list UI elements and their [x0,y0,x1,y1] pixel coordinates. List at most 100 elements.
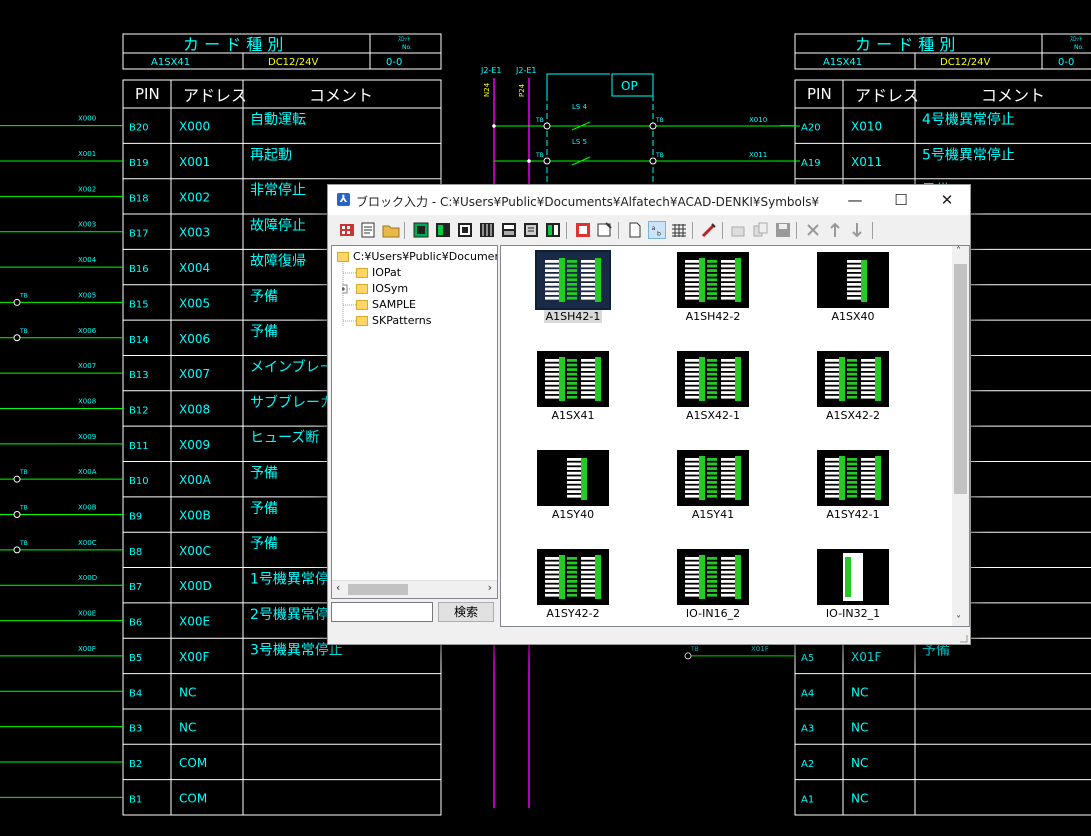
symbol-label[interactable]: A1SX40 [793,310,913,323]
tree-horizontal-scrollbar[interactable]: ‹ › [332,580,497,598]
tree-root-folder[interactable]: C:¥Users¥Public¥Documents [353,250,497,263]
pin-cell: B19 [129,158,149,169]
symbol-thumbnail-a1sx42-2[interactable] [817,351,889,407]
symbol-tool-5-icon[interactable] [500,221,518,239]
address-cell: NC [179,721,196,735]
copy-icon[interactable] [752,221,770,239]
symbol-thumbnail-a1sx40[interactable] [817,252,889,308]
move-up-icon[interactable] [826,221,844,239]
symbol-label[interactable]: A1SY40 [513,508,633,521]
save-icon[interactable] [774,221,792,239]
symbol-thumbnail-a1sx42-1[interactable] [677,351,749,407]
symbol-thumbnail-a1sy42-1[interactable] [817,450,889,506]
scroll-thumb[interactable] [954,264,967,494]
maximize-button[interactable]: ☐ [878,185,924,215]
symbol-thumbnail-grid[interactable]: A1SH42-1 A1SH42-2 A1SX40 A1SX41 A1SX42-1 A1SX… [500,245,970,627]
pin-cell: A3 [801,724,814,735]
search-button[interactable]: 検索 [438,602,494,622]
tree-item-iosym[interactable]: IOSym [372,282,408,295]
symbol-thumbnail-io-in32_1[interactable] [817,549,889,605]
symbol-label[interactable]: IO-IN16_2 [653,607,773,620]
pick-tool-icon[interactable] [700,221,718,239]
symbol-label[interactable]: IO-IN32_1 [793,607,913,620]
symbol-thumbnail-a1sx41[interactable] [537,351,609,407]
ls4-label: LS 4 [572,103,588,111]
column-header-comment: コメント [309,86,373,105]
symbol-label[interactable]: A1SY42-1 [793,508,913,521]
comment-cell: 非常停止 [250,182,306,199]
symbol-tool-2-icon[interactable] [434,221,452,239]
terminal-icon [13,334,21,342]
card-voltage: DC12/24V [940,57,991,68]
symbol-label[interactable]: A1SX42-1 [653,409,773,422]
delete-icon[interactable] [804,221,822,239]
symbol-tool-1-icon[interactable] [412,221,430,239]
tree-item-sample[interactable]: SAMPLE [372,298,416,311]
text-label-view-icon[interactable]: ab [648,221,666,239]
address-cell: X005 [179,296,210,310]
address-cell: NC [851,685,868,699]
pin-cell: B20 [129,123,149,134]
scroll-right-arrow-icon[interactable]: › [488,581,492,594]
symbol-tool-6-icon[interactable] [522,221,540,239]
dialog-titlebar[interactable]: ⅄ ブロック入力 - C:¥Users¥Public¥Documents¥Alf… [328,185,970,215]
symbol-label[interactable]: A1SH42-1 [513,310,633,323]
symbol-tool-7-icon[interactable] [544,221,562,239]
insert-block-icon[interactable] [574,221,592,239]
symbol-tool-3-icon[interactable] [456,221,474,239]
j2e1-label-a: J2-E1 [480,66,501,75]
card-voltage: DC12/24V [268,57,319,68]
symbol-thumbnail-a1sh42-1[interactable] [537,252,609,308]
edit-block-icon[interactable] [596,221,614,239]
pin-cell: B11 [129,441,149,452]
symbol-label[interactable]: A1SX42-2 [793,409,913,422]
grid-vertical-scrollbar[interactable]: ˄ ˅ [952,246,969,626]
add-to-favorites-icon[interactable] [730,221,748,239]
minimize-button[interactable]: — [832,185,878,215]
status-bar [328,629,970,644]
symbol-thumbnail-a1sy40[interactable] [537,450,609,506]
page-view-icon[interactable] [626,221,644,239]
comment-cell: 予備 [250,501,278,517]
symbol-tool-4-icon[interactable] [478,221,496,239]
large-icons-view-icon[interactable] [338,221,356,239]
tree-item-skpatterns[interactable]: SKPatterns [372,314,432,327]
tb-label: TB [19,540,28,547]
symbol-thumbnail-io-in16_2[interactable] [677,549,749,605]
folder-tree[interactable]: C:¥Users¥Public¥Documents IOPat IOSym SA… [331,245,498,599]
slot-label: ｽﾛｯﾄ [1070,36,1082,43]
slot-no-label: No. [1074,44,1084,51]
scroll-thumb[interactable] [348,584,408,595]
symbol-thumbnail-a1sy41[interactable] [677,450,749,506]
scroll-left-arrow-icon[interactable]: ‹ [336,581,340,594]
symbol-label[interactable]: A1SX41 [513,409,633,422]
symbol-label[interactable]: A1SH42-2 [653,310,773,323]
card-type-title: カ ー ド 種 別 [855,35,955,54]
address-cell: COM [179,791,207,805]
tree-item-iopat[interactable]: IOPat [372,266,401,279]
symbol-thumbnail-a1sh42-2[interactable] [677,252,749,308]
address-cell: X000 [179,120,210,134]
wire-label: X00B [78,504,97,512]
properties-icon[interactable] [360,221,378,239]
scroll-up-arrow-icon[interactable]: ˄ [956,246,961,257]
move-down-icon[interactable] [848,221,866,239]
pin-cell: A19 [801,158,821,169]
open-folder-icon[interactable] [382,221,400,239]
resize-grip-icon[interactable] [958,633,968,643]
close-button[interactable]: ✕ [924,185,970,215]
tb-label: TB [19,505,28,512]
pin-cell: B14 [129,335,149,346]
pin-cell: B13 [129,370,149,381]
op-label: OP [621,79,638,93]
symbol-label[interactable]: A1SY41 [653,508,773,521]
card-type-title: カ ー ド 種 別 [183,35,283,54]
folder-icon [337,252,349,262]
symbol-thumbnail-a1sy42-2[interactable] [537,549,609,605]
symbol-label[interactable]: A1SY42-2 [513,607,633,620]
scroll-down-arrow-icon[interactable]: ˅ [956,615,961,626]
search-input[interactable] [331,602,433,622]
list-view-icon[interactable] [670,221,688,239]
svg-text:a: a [652,225,656,232]
pin-cell: B15 [129,299,149,310]
